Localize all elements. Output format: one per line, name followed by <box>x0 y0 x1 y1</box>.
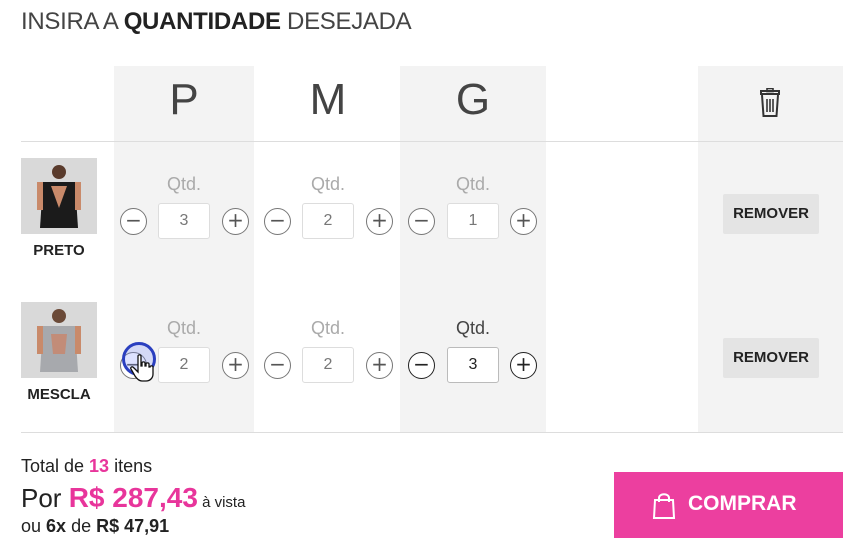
footer-divider <box>21 432 843 433</box>
product-thumbnail[interactable] <box>21 302 97 378</box>
remove-button[interactable]: REMOVER <box>723 338 819 378</box>
buy-button[interactable]: COMPRAR <box>614 472 843 538</box>
installments: ou 6x de R$ 47,91 <box>21 516 170 536</box>
qty-label: Qtd. <box>310 318 345 338</box>
quantity-input[interactable]: 3 <box>447 347 499 383</box>
quantity-input[interactable]: 3 <box>158 203 210 239</box>
plus-icon[interactable]: + <box>510 352 537 379</box>
quantity-input[interactable]: 2 <box>302 347 354 383</box>
header-divider <box>21 141 843 142</box>
plus-icon[interactable]: + <box>222 208 249 235</box>
plus-icon[interactable]: + <box>510 208 537 235</box>
plus-icon[interactable]: + <box>366 208 393 235</box>
quantity-input[interactable]: 1 <box>447 203 499 239</box>
quantity-input[interactable]: 2 <box>158 347 210 383</box>
qty-label: Qtd. <box>455 318 490 338</box>
product-thumbnail[interactable] <box>21 158 97 234</box>
color-name: MESCLA <box>27 386 91 403</box>
qty-label: Qtd. <box>166 174 201 194</box>
total-price: Por R$ 287,43 à vista <box>21 482 246 513</box>
qty-label: Qtd. <box>455 174 490 194</box>
size-header-g: G <box>455 75 491 124</box>
minus-icon[interactable]: − <box>264 208 291 235</box>
qty-label: Qtd. <box>310 174 345 194</box>
minus-icon[interactable]: − <box>264 352 291 379</box>
remove-button[interactable]: REMOVER <box>723 194 819 234</box>
size-header-p: P <box>169 75 199 124</box>
page-title: INSIRA A QUANTIDADE DESEJADA <box>21 8 412 35</box>
trash-icon[interactable] <box>758 87 782 123</box>
quantity-input[interactable]: 2 <box>302 203 354 239</box>
plus-icon[interactable]: + <box>366 352 393 379</box>
minus-icon[interactable]: − <box>408 352 435 379</box>
size-header-m: M <box>309 75 347 124</box>
color-name: PRETO <box>33 242 85 259</box>
buy-button-label: COMPRAR <box>688 492 797 515</box>
total-items: Total de 13 itens <box>21 456 153 476</box>
minus-icon[interactable]: − <box>408 208 435 235</box>
shopping-bag-icon <box>652 492 676 525</box>
hand-cursor-icon <box>130 354 154 387</box>
plus-icon[interactable]: + <box>222 352 249 379</box>
minus-icon[interactable]: − <box>120 208 147 235</box>
qty-label: Qtd. <box>166 318 201 338</box>
